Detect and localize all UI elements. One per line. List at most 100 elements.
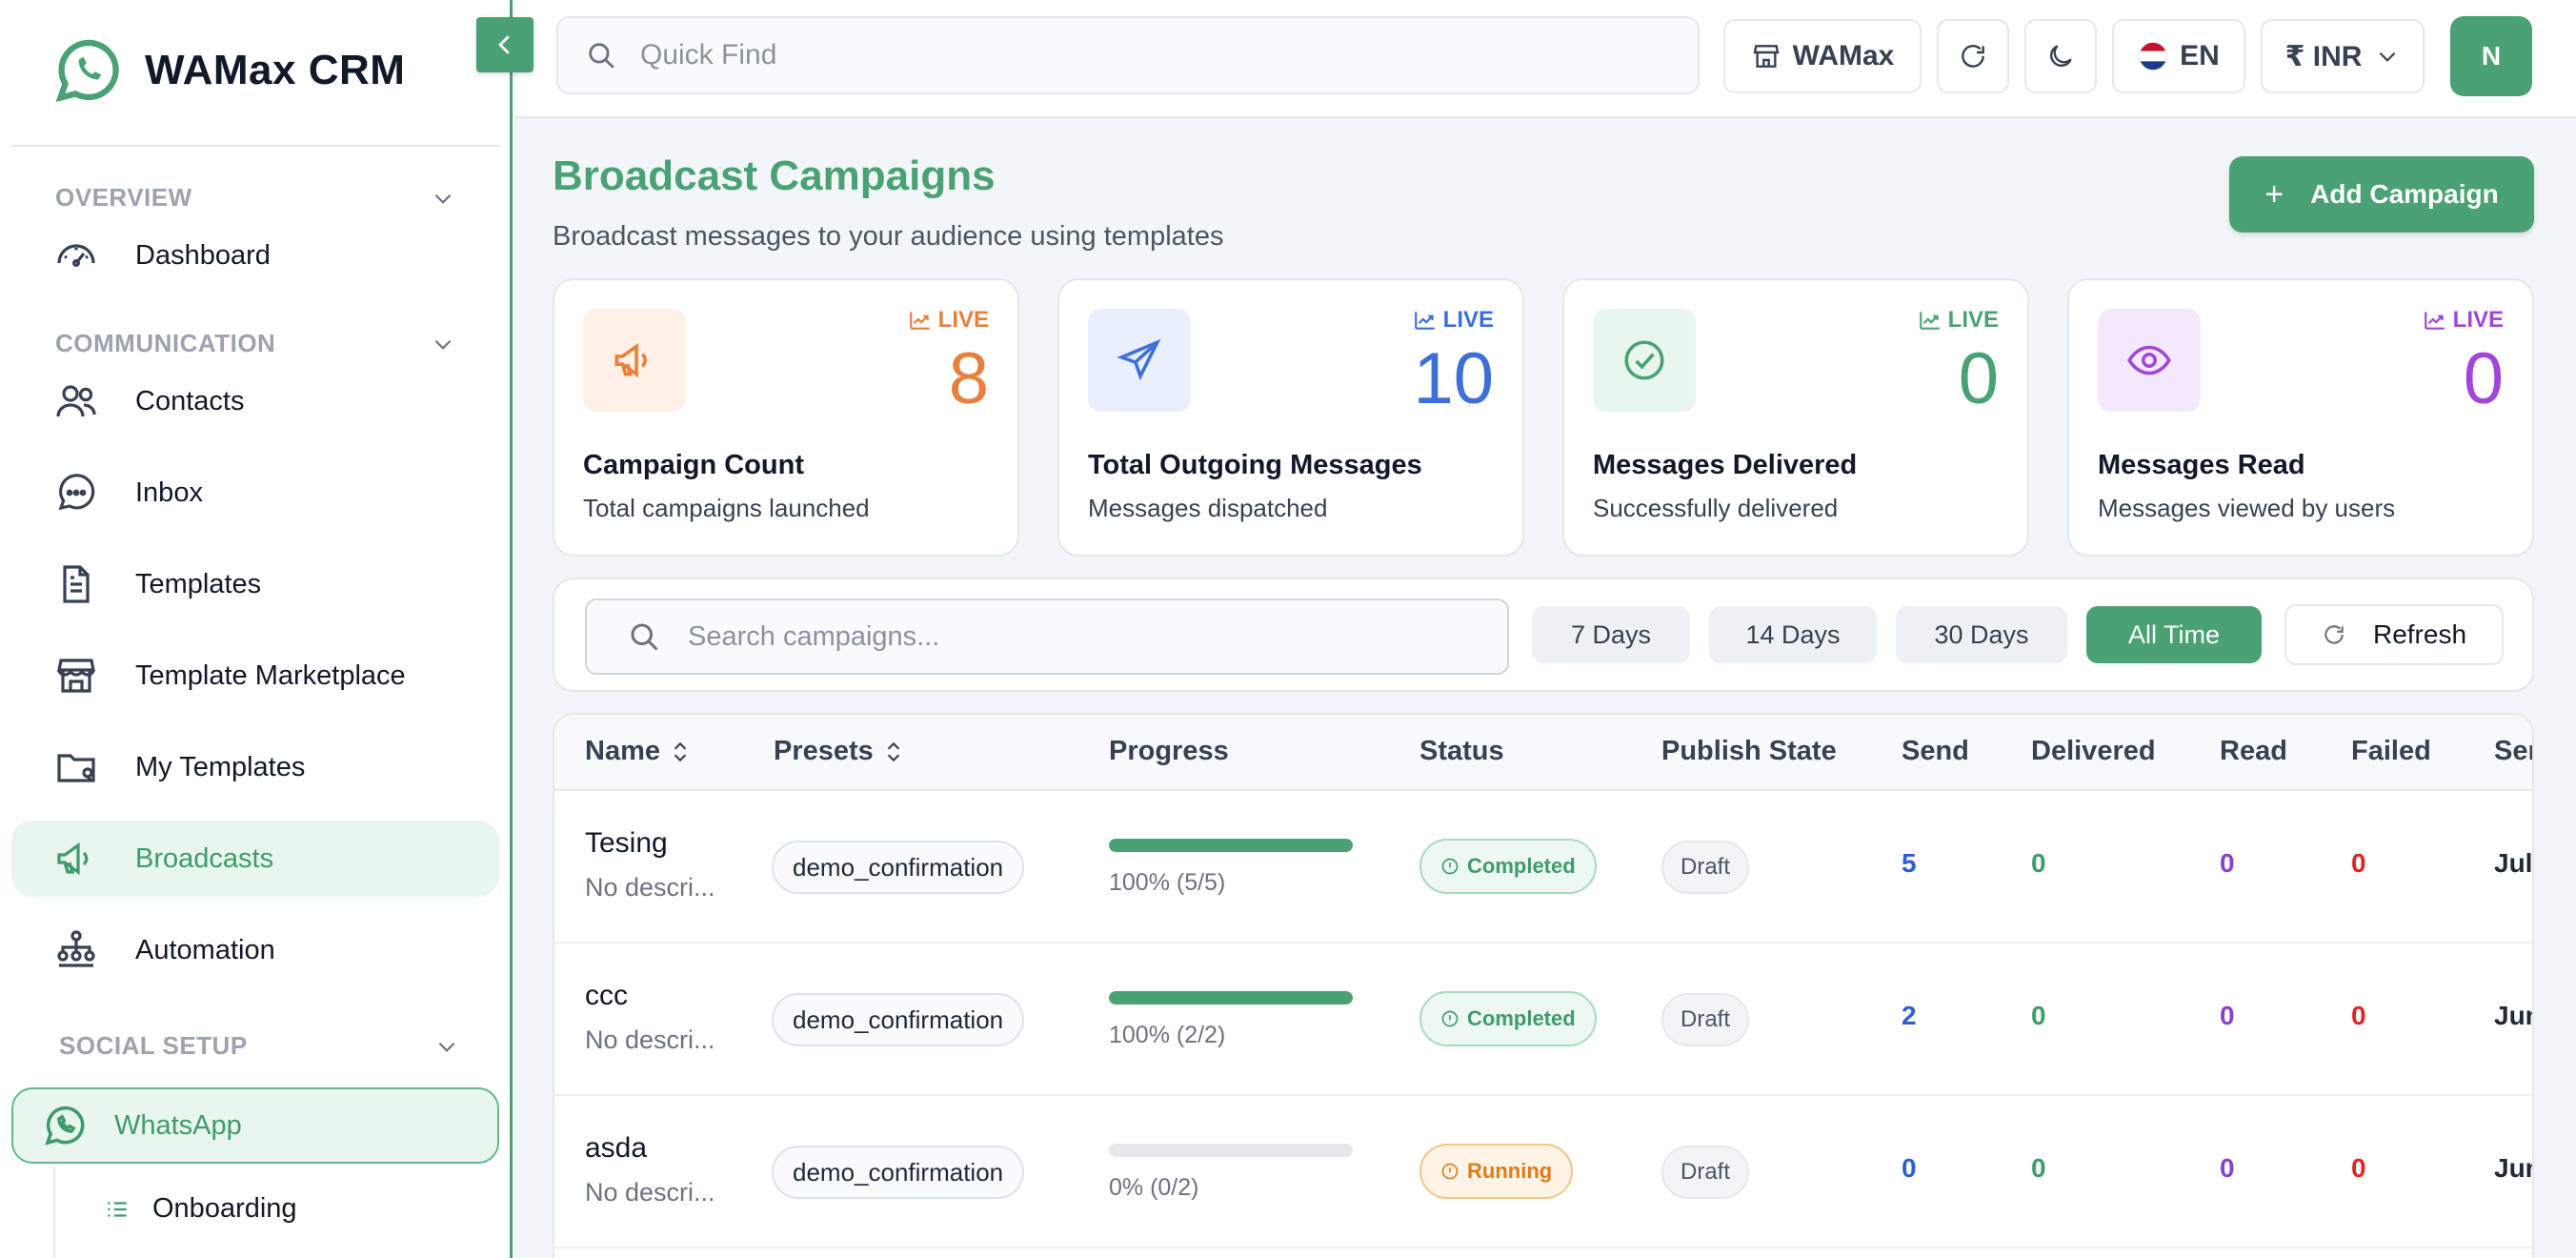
sidebar-item-marketplace[interactable]: Template Marketplace — [11, 638, 499, 714]
add-campaign-button[interactable]: + Add Campaign — [2229, 156, 2534, 233]
sort-icon — [674, 741, 687, 761]
publish-state-badge: Draft — [1661, 993, 1750, 1046]
stat-icon-bg — [1088, 309, 1191, 412]
column-header-presets[interactable]: Presets — [774, 736, 904, 767]
stat-icon-bg — [1593, 309, 1696, 412]
failed-count: 0 — [2351, 1153, 2366, 1183]
live-label: LIVE — [937, 307, 989, 333]
delivered-count: 0 — [2031, 1001, 2046, 1030]
sidebar-item-dashboard[interactable]: Dashboard — [11, 217, 499, 294]
stat-label: Messages Read — [2098, 450, 2305, 480]
range-all-time[interactable]: All Time — [2086, 606, 2262, 663]
language-selector[interactable]: EN — [2112, 19, 2245, 93]
refresh-page-button[interactable] — [1937, 19, 2009, 93]
sidebar-item-onboarding[interactable]: Onboarding — [105, 1193, 297, 1225]
moon-icon — [2050, 45, 2072, 67]
sidebar-collapse-button[interactable] — [476, 17, 533, 72]
stat-card-delivered: LIVE 0 Messages Delivered Successfully d… — [1562, 278, 2029, 557]
live-badge: LIVE — [1918, 307, 1999, 334]
range-30-days[interactable]: 30 Days — [1896, 606, 2067, 663]
campaign-name[interactable]: Tesing — [585, 827, 668, 860]
chevron-down-icon — [2380, 51, 2396, 62]
dark-mode-toggle[interactable] — [2024, 19, 2097, 93]
table-row[interactable]: Tesing No descri... demo_confirmation 10… — [554, 791, 2532, 944]
table-row[interactable]: ccc No descri... demo_confirmation 100% … — [554, 944, 2532, 1096]
whatsapp-icon — [45, 1106, 85, 1146]
filter-panel: 7 Days 14 Days 30 Days All Time Refresh — [553, 578, 2534, 692]
campaign-name[interactable]: asda — [585, 1132, 647, 1165]
sidebar-item-templates[interactable]: Templates — [11, 546, 499, 622]
sidebar-item-my-templates[interactable]: My Templates — [11, 729, 499, 805]
sent-date: Jun — [2494, 1001, 2532, 1030]
workspace-button[interactable]: WAMax — [1723, 19, 1922, 93]
progress-text: 0% (0/2) — [1109, 1174, 1199, 1201]
campaign-description: No descri... — [585, 873, 715, 902]
live-label: LIVE — [1442, 307, 1494, 333]
stat-card-campaign-count: LIVE 8 Campaign Count Total campaigns la… — [553, 278, 1019, 557]
sidebar-item-automation[interactable]: Automation — [11, 912, 499, 988]
campaign-name[interactable]: ccc — [585, 980, 628, 1012]
read-count: 0 — [2220, 1001, 2235, 1030]
sidebar-item-label: Templates — [135, 568, 262, 599]
read-count: 0 — [2220, 1153, 2235, 1183]
submenu-rail — [53, 1167, 55, 1258]
section-overview[interactable]: OVERVIEW — [55, 183, 455, 213]
sent-date: Jul — [2494, 848, 2533, 878]
stat-description: Messages viewed by users — [2098, 494, 2396, 522]
sent-date: Jun — [2494, 1153, 2532, 1183]
send-icon — [1117, 338, 1161, 381]
sidebar-item-inbox[interactable]: Inbox — [11, 455, 499, 531]
stat-icon-bg — [583, 309, 686, 412]
stat-description: Successfully delivered — [1593, 494, 1839, 522]
progress-bar — [1109, 991, 1353, 1004]
stat-value: 0 — [1958, 338, 1999, 419]
range-7-days[interactable]: 7 Days — [1532, 606, 1690, 663]
quick-find[interactable] — [556, 16, 1700, 94]
sidebar-item-label: Dashboard — [135, 239, 271, 271]
campaigns-table: Name Presets Progress Status Publish Sta… — [553, 713, 2534, 1258]
logo[interactable]: WAMax CRM — [51, 34, 405, 107]
delivered-count: 0 — [2031, 1153, 2046, 1183]
sidebar-item-broadcasts[interactable]: Broadcasts — [11, 821, 499, 897]
stat-description: Total campaigns launched — [583, 494, 870, 522]
search-icon — [631, 623, 658, 651]
sidebar-item-contacts[interactable]: Contacts — [11, 363, 499, 439]
stat-value: 8 — [948, 338, 989, 419]
refresh-button[interactable]: Refresh — [2284, 604, 2504, 665]
quick-find-input[interactable] — [640, 39, 1593, 71]
section-social-label: SOCIAL SETUP — [59, 1031, 248, 1060]
table-row[interactable]: asda No descri... demo_confirmation 0% (… — [554, 1096, 2532, 1248]
search-icon — [589, 43, 614, 69]
column-header-delivered: Delivered — [2031, 736, 2156, 766]
list-icon — [108, 1201, 127, 1217]
campaign-search-input[interactable] — [688, 620, 1450, 653]
range-14-days[interactable]: 14 Days — [1709, 606, 1877, 663]
plus-icon: + — [2264, 175, 2284, 213]
currency-selector[interactable]: ₹ INR — [2261, 19, 2425, 93]
progress-text: 100% (5/5) — [1109, 869, 1226, 896]
language-label: EN — [2180, 40, 2220, 71]
sidebar-item-whatsapp[interactable]: WhatsApp — [11, 1087, 499, 1164]
column-header-progress: Progress — [1109, 736, 1229, 766]
sidebar-item-label: Onboarding — [152, 1193, 297, 1224]
campaign-search[interactable] — [585, 599, 1509, 675]
section-communication[interactable]: COMMUNICATION — [55, 329, 455, 358]
column-header-name[interactable]: Name — [585, 736, 691, 767]
info-circle-icon — [1441, 1010, 1459, 1027]
sitemap-icon — [57, 930, 95, 967]
section-overview-label: OVERVIEW — [55, 183, 192, 212]
chevron-down-icon — [434, 193, 452, 204]
status-badge: Completed — [1419, 839, 1597, 894]
live-label: LIVE — [1947, 307, 1999, 333]
column-header-send: Send — [1902, 736, 1969, 766]
stat-value: 0 — [2463, 338, 2504, 419]
user-avatar[interactable]: N — [2450, 16, 2532, 96]
chevron-down-icon — [434, 339, 452, 350]
topbar: WAMax EN ₹ INR — [515, 0, 2576, 118]
sidebar-item-label: Inbox — [135, 477, 203, 508]
section-social-setup[interactable]: SOCIAL SETUP — [59, 1031, 459, 1061]
workspace-label: WAMax — [1792, 40, 1895, 71]
check-circle-icon — [1624, 340, 1664, 380]
send-count: 0 — [1902, 1153, 1917, 1183]
preset-chip: demo_confirmation — [772, 993, 1025, 1046]
